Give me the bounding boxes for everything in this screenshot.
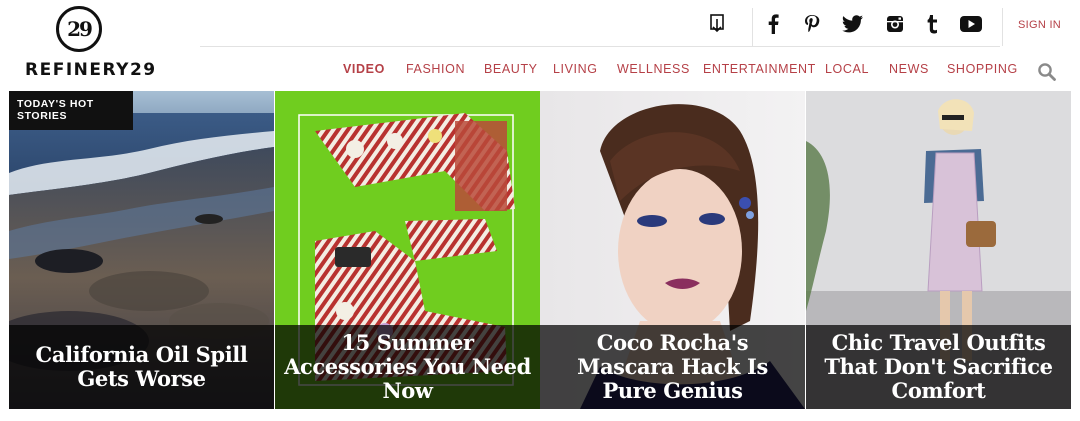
nav-item-entertainment[interactable]: ENTERTAINMENT: [703, 62, 816, 76]
nav-item-beauty[interactable]: BEAUTY: [484, 62, 538, 76]
nav-item-news[interactable]: NEWS: [889, 62, 929, 76]
facebook-icon[interactable]: [760, 10, 786, 38]
story-card[interactable]: Coco Rocha's Mascara Hack Is Pure Genius: [540, 91, 805, 409]
instagram-icon[interactable]: [882, 10, 908, 38]
nav-item-wellness[interactable]: WELLNESS: [617, 62, 690, 76]
icon-separator: [752, 8, 753, 46]
pinterest-icon[interactable]: [799, 10, 825, 38]
story-caption: Coco Rocha's Mascara Hack Is Pure Genius: [540, 325, 805, 409]
nav-item-local[interactable]: LOCAL: [825, 62, 869, 76]
nav-item-shopping[interactable]: SHOPPING: [947, 62, 1018, 76]
story-caption: Chic Travel Outfits That Don't Sacrifice…: [806, 325, 1071, 409]
hot-stories-grid: TODAY'S HOT STORIES California Oil Spill…: [9, 91, 1071, 409]
story-headline[interactable]: California Oil Spill Gets Worse: [17, 343, 266, 391]
story-card[interactable]: 15 Summer Accessories You Need Now: [275, 91, 540, 409]
nav-item-video[interactable]: VIDEO: [343, 62, 385, 76]
twitter-icon[interactable]: [840, 10, 866, 38]
site-header: 29 REFINERY29 SIGN IN VIDEO FASHION BEAU…: [0, 0, 1080, 91]
logo-mark[interactable]: 29: [56, 6, 102, 52]
story-caption: 15 Summer Accessories You Need Now: [275, 325, 540, 409]
logo-wordmark[interactable]: REFINERY29: [25, 60, 157, 80]
story-headline[interactable]: 15 Summer Accessories You Need Now: [283, 331, 532, 403]
youtube-icon[interactable]: [958, 10, 984, 38]
tumblr-icon[interactable]: [919, 10, 945, 38]
nav-item-living[interactable]: LIVING: [553, 62, 598, 76]
story-headline[interactable]: Coco Rocha's Mascara Hack Is Pure Genius: [548, 331, 797, 403]
story-card[interactable]: California Oil Spill Gets Worse: [9, 91, 274, 409]
nav-item-fashion[interactable]: FASHION: [406, 62, 465, 76]
story-card[interactable]: Chic Travel Outfits That Don't Sacrifice…: [806, 91, 1071, 409]
story-caption: California Oil Spill Gets Worse: [9, 325, 274, 409]
sign-in-link[interactable]: SIGN IN: [1018, 19, 1061, 31]
section-label: TODAY'S HOT STORIES: [9, 91, 133, 130]
search-icon[interactable]: [1037, 62, 1057, 82]
story-headline[interactable]: Chic Travel Outfits That Don't Sacrifice…: [814, 331, 1063, 403]
header-divider: [200, 46, 1000, 47]
icon-separator: [1002, 8, 1003, 46]
app-download-icon[interactable]: [704, 10, 730, 38]
